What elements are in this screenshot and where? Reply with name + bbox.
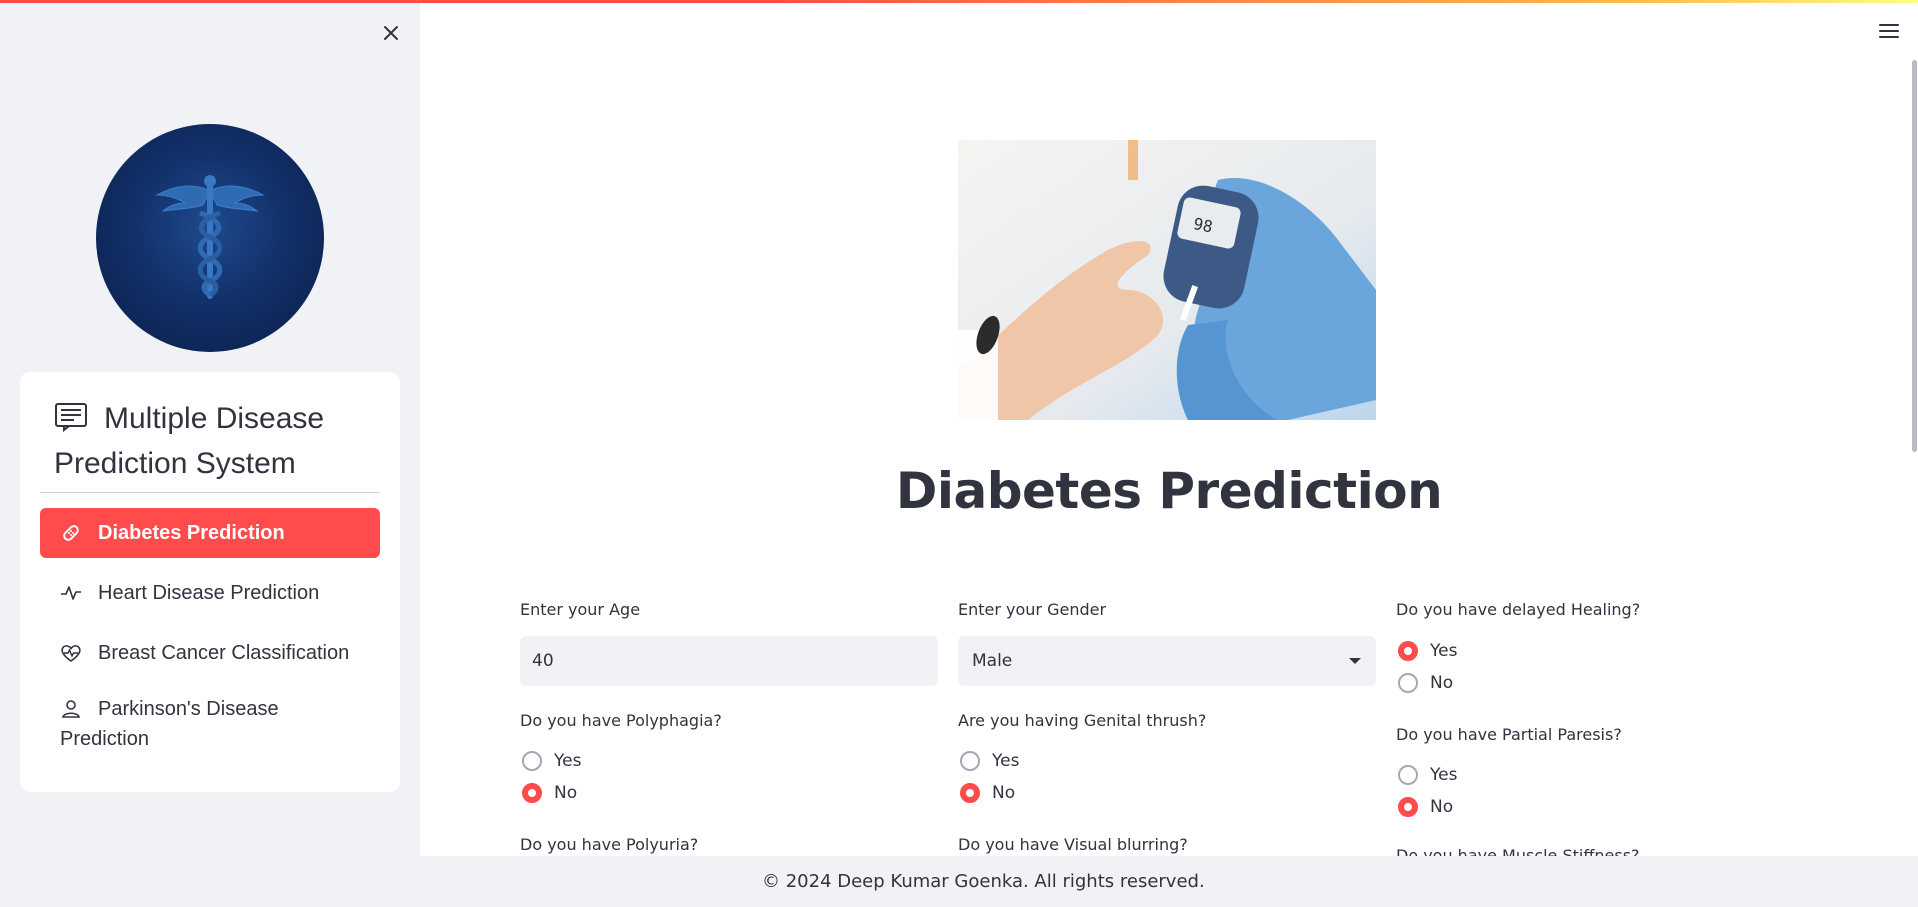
scrollbar[interactable] (1912, 60, 1917, 452)
menu-title: Multiple Disease Prediction System (54, 396, 384, 486)
visual-blurring-label: Do you have Visual blurring? (958, 835, 1188, 854)
main-menu-button[interactable] (1878, 22, 1900, 40)
sidebar-item-label: Parkinson's Disease Prediction (60, 698, 279, 750)
partial-paresis-yes-radio[interactable]: Yes (1398, 765, 1457, 785)
radio-circle (1398, 765, 1418, 785)
radio-circle-selected (522, 783, 542, 803)
genital-thrush-yes-radio[interactable]: Yes (960, 751, 1019, 771)
radio-circle (960, 751, 980, 771)
gender-label: Enter your Gender (958, 600, 1107, 619)
card-list-icon (55, 403, 87, 432)
delayed-healing-yes-radio[interactable]: Yes (1398, 641, 1457, 661)
glucose-meter-photo: 98 (958, 140, 1376, 420)
delayed-healing-label: Do you have delayed Healing? (1396, 600, 1641, 619)
svg-text:98: 98 (1192, 214, 1215, 237)
polyphagia-no-radio[interactable]: No (522, 783, 577, 803)
delayed-healing-no-radio[interactable]: No (1398, 673, 1453, 693)
hamburger-icon (1879, 24, 1899, 38)
radio-circle-selected (960, 783, 980, 803)
caret-down-icon (1349, 658, 1361, 664)
genital-thrush-label: Are you having Genital thrush? (958, 711, 1207, 730)
muscle-stiffness-label: Do you have Muscle Stiffness? (1396, 848, 1640, 856)
footer: © 2024 Deep Kumar Goenka. All rights res… (420, 856, 1918, 907)
radio-circle (522, 751, 542, 771)
app-logo (96, 124, 324, 352)
radio-circle-selected (1398, 641, 1418, 661)
sidebar: Multiple Disease Prediction System Diabe… (0, 0, 420, 907)
sidebar-item-label: Breast Cancer Classification (98, 641, 350, 664)
top-decoration-bar (0, 0, 1918, 3)
age-label: Enter your Age (520, 600, 641, 619)
radio-label: Yes (554, 751, 582, 771)
hero-image: 98 (958, 140, 1376, 420)
footer-text: © 2024 Deep Kumar Goenka. All rights res… (762, 871, 1205, 892)
sidebar-item-diabetes-prediction[interactable]: Diabetes Prediction (40, 508, 380, 558)
close-sidebar-button[interactable] (378, 20, 404, 46)
radio-label: No (1430, 797, 1454, 817)
radio-label: No (992, 783, 1016, 803)
radio-label: Yes (1430, 641, 1458, 661)
heart-pulse-icon (60, 642, 82, 664)
caduceus-icon (155, 175, 265, 299)
genital-thrush-no-radio[interactable]: No (960, 783, 1015, 803)
polyuria-label: Do you have Polyuria? (520, 835, 699, 854)
menu-divider (40, 492, 380, 493)
sidebar-item-breast-cancer-classification[interactable]: Breast Cancer Classification (40, 628, 380, 678)
page-title: Diabetes Prediction (895, 462, 1443, 520)
close-icon (384, 26, 398, 40)
radio-label: Yes (992, 751, 1020, 771)
polyphagia-label: Do you have Polyphagia? (520, 711, 722, 730)
navigation-menu: Multiple Disease Prediction System Diabe… (20, 372, 400, 792)
radio-circle-selected (1398, 797, 1418, 817)
sidebar-item-label: Diabetes Prediction (98, 521, 285, 544)
bandaid-icon (60, 522, 82, 544)
polyphagia-yes-radio[interactable]: Yes (522, 751, 581, 771)
activity-icon (60, 582, 82, 604)
sidebar-item-heart-disease-prediction[interactable]: Heart Disease Prediction (40, 568, 380, 618)
radio-label: Yes (1430, 765, 1458, 785)
partial-paresis-label: Do you have Partial Paresis? (1396, 725, 1622, 744)
radio-label: No (1430, 673, 1454, 693)
sidebar-item-parkinsons-disease-prediction[interactable]: Parkinson's Disease Prediction (40, 688, 380, 758)
gender-select-value: Male (972, 651, 1013, 671)
radio-label: No (554, 783, 578, 803)
radio-circle (1398, 673, 1418, 693)
menu-title-text: Multiple Disease Prediction System (54, 402, 325, 480)
gender-select[interactable]: Male (958, 636, 1376, 686)
sidebar-item-label: Heart Disease Prediction (98, 581, 320, 604)
partial-paresis-no-radio[interactable]: No (1398, 797, 1453, 817)
age-input[interactable] (520, 636, 938, 686)
